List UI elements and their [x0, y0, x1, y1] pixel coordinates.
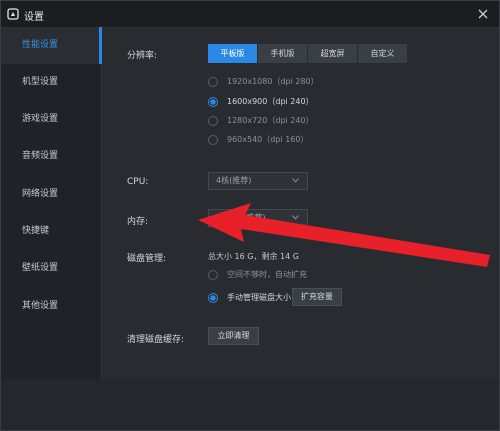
settings-sidebar: 性能设置 机型设置 游戏设置 音频设置 网络设置 快捷键 壁纸设置 其他设置 — [1, 27, 102, 379]
cpu-select[interactable]: 4核(推荐) — [208, 172, 308, 190]
sidebar-item-model[interactable]: 机型设置 — [1, 64, 102, 101]
tab-ultrawide[interactable]: 超宽屏 — [308, 44, 357, 63]
sidebar-item-network[interactable]: 网络设置 — [1, 176, 102, 213]
sidebar-item-label: 性能设置 — [22, 40, 59, 50]
resolution-option-label: 960x540（dpi 160） — [227, 135, 309, 144]
memory-select-value: 2046M(推荐) — [216, 213, 266, 222]
disk-option-manual[interactable]: 手动管理磁盘大小 — [208, 292, 291, 303]
sidebar-item-label: 音频设置 — [22, 151, 59, 161]
disk-option-label: 空间不够时，自动扩充 — [227, 270, 307, 279]
sidebar-item-label: 壁纸设置 — [22, 263, 59, 273]
radio-checked-icon — [208, 96, 218, 107]
chevron-down-icon — [292, 178, 299, 183]
sidebar-item-other[interactable]: 其他设置 — [1, 288, 102, 325]
disk-option-label: 手动管理磁盘大小 — [227, 293, 291, 302]
resolution-option-1280[interactable]: 1280x720（dpi 240） — [208, 115, 314, 126]
tab-phone[interactable]: 手机版 — [258, 44, 307, 63]
sidebar-item-shortcuts[interactable]: 快捷键 — [1, 213, 102, 250]
resolution-option-label: 1280x720（dpi 240） — [227, 116, 314, 125]
resolution-option-label: 1920x1080（dpi 280） — [227, 77, 319, 86]
cpu-select-value: 4核(推荐) — [216, 176, 252, 185]
resolution-option-label: 1600x900（dpi 240） — [227, 97, 314, 106]
sidebar-item-performance[interactable]: 性能设置 — [1, 27, 102, 64]
disk-summary: 总大小 16 G，剩余 14 G — [208, 252, 299, 261]
cpu-label: CPU: — [127, 177, 149, 187]
tab-tablet[interactable]: 平板版 — [208, 44, 257, 63]
tab-custom[interactable]: 自定义 — [358, 44, 407, 63]
resolution-option-960[interactable]: 960x540（dpi 160） — [208, 134, 308, 145]
title-bar: 设置 — [1, 1, 499, 27]
sidebar-item-label: 网络设置 — [22, 189, 59, 199]
radio-unchecked-icon — [208, 134, 218, 145]
sidebar-item-game[interactable]: 游戏设置 — [1, 101, 102, 138]
expand-capacity-button[interactable]: 扩充容量 — [292, 288, 342, 306]
disk-label: 磁盘管理: — [127, 254, 167, 264]
sidebar-item-label: 机型设置 — [22, 77, 59, 87]
sidebar-item-label: 快捷键 — [22, 226, 50, 236]
settings-window: 设置 性能设置 机型设置 游戏设置 音频设置 网络设置 快捷键 壁纸设置 其他设… — [0, 0, 500, 431]
radio-unchecked-icon — [208, 76, 218, 87]
cache-label: 清理磁盘缓存: — [127, 335, 185, 345]
chevron-down-icon — [292, 215, 299, 220]
radio-checked-icon — [208, 292, 218, 303]
sidebar-item-audio[interactable]: 音频设置 — [1, 138, 102, 175]
memory-label: 内存: — [127, 217, 149, 227]
resolution-option-1920[interactable]: 1920x1080（dpi 280） — [208, 76, 319, 87]
clear-cache-button[interactable]: 立即清理 — [208, 327, 259, 345]
close-icon[interactable] — [475, 6, 491, 22]
window-title: 设置 — [24, 12, 44, 23]
resolution-tabs: 平板版 手机版 超宽屏 自定义 — [208, 44, 408, 63]
radio-unchecked-icon — [208, 269, 218, 280]
sidebar-item-label: 其他设置 — [22, 301, 59, 311]
app-logo-icon — [7, 8, 19, 20]
radio-unchecked-icon — [208, 115, 218, 126]
sidebar-item-label: 游戏设置 — [22, 114, 59, 124]
memory-select[interactable]: 2046M(推荐) — [208, 209, 308, 227]
sidebar-item-wallpaper[interactable]: 壁纸设置 — [1, 250, 102, 287]
resolution-label: 分辨率: — [127, 51, 158, 61]
disk-option-auto[interactable]: 空间不够时，自动扩充 — [208, 269, 307, 280]
resolution-option-1600[interactable]: 1600x900（dpi 240） — [208, 96, 314, 107]
